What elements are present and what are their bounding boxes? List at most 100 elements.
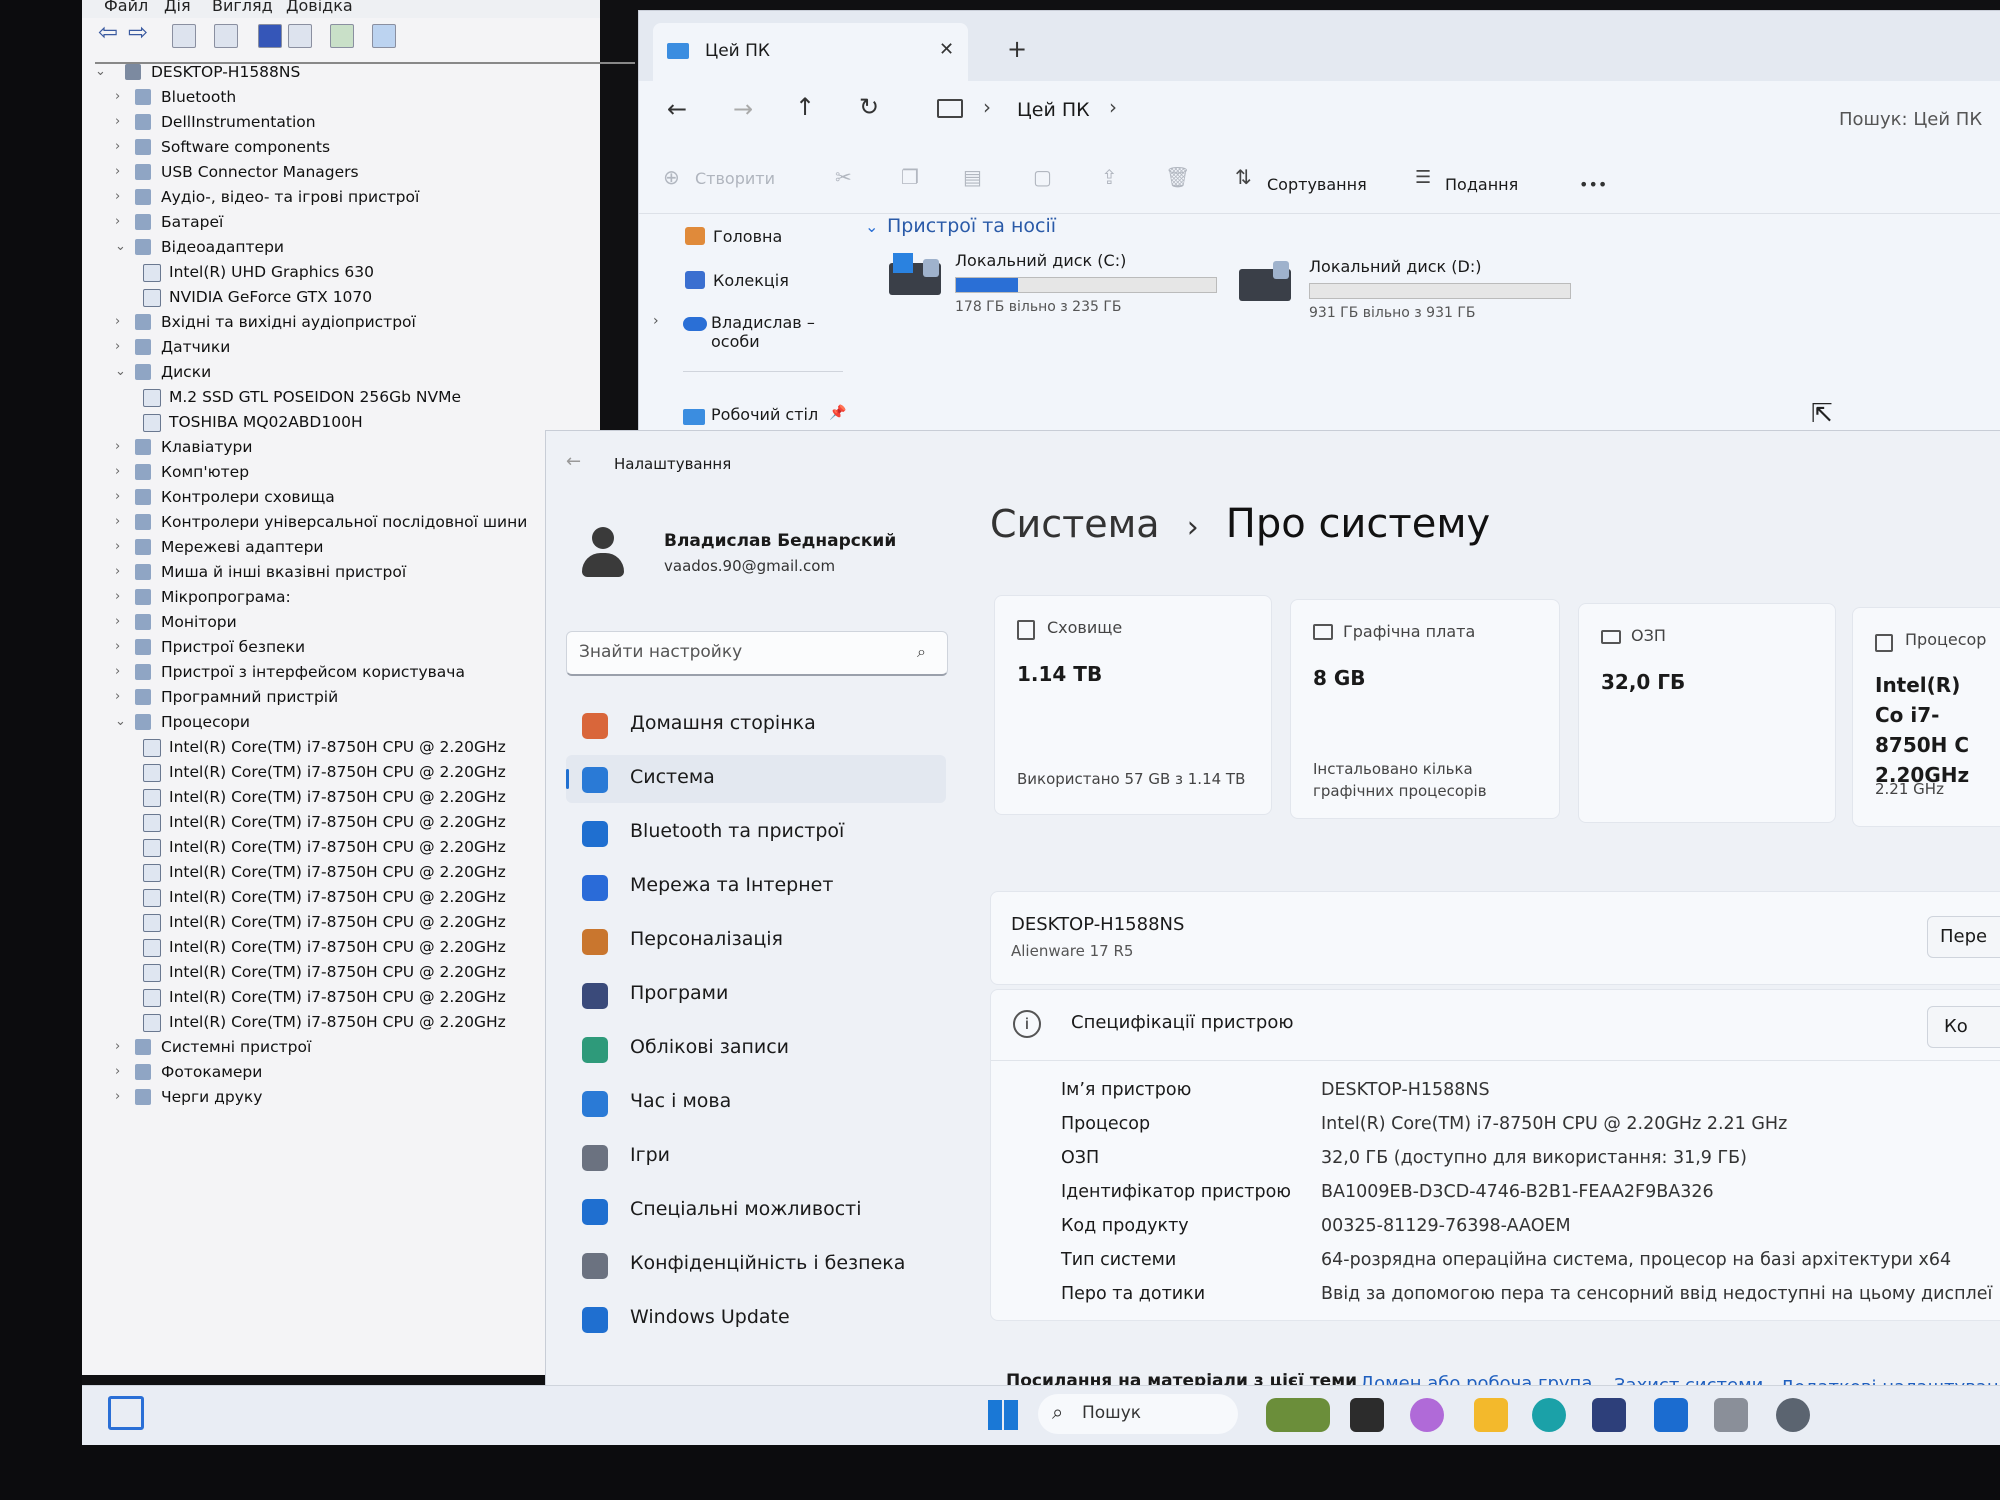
menu-file[interactable]: Файл [104,0,148,15]
nav-item-8[interactable]: Ігри [566,1133,946,1181]
nav-item-7[interactable]: Час і мова [566,1079,946,1127]
collapse-chevron-icon[interactable]: ⌄ [115,360,129,384]
expand-chevron-icon[interactable]: › [115,135,129,159]
store-icon[interactable] [1592,1398,1626,1432]
back-icon[interactable]: ← [667,95,687,123]
processor-card[interactable]: Процесор Intel(R) Co i7-8750H C 2.20GHz … [1852,607,2000,827]
copy-button[interactable]: Ко [1927,1006,2000,1048]
paste-icon[interactable]: ▤ [963,165,982,189]
expand-chevron-icon[interactable]: › [115,585,129,609]
taskbar-search[interactable]: ⌕ Пошук [1038,1394,1238,1434]
expand-chevron-icon[interactable]: › [115,610,129,634]
sort-button[interactable]: Сортування [1267,175,1367,194]
start-windows-icon[interactable] [988,1400,1018,1430]
properties-icon[interactable] [172,24,196,48]
nav-item-2[interactable]: Bluetooth та пристрої [566,809,946,857]
avatar[interactable] [580,527,626,581]
search-highlight-icon[interactable] [1266,1398,1330,1432]
nav-item-0[interactable]: Домашня сторінка [566,701,946,749]
expand-chevron-icon[interactable]: › [115,635,129,659]
breadcrumb-chevron-icon[interactable]: › [1109,95,1117,119]
drive-d[interactable]: Локальний диск (D:) 931 ГБ вільно з 931 … [1239,257,1579,321]
graphics-card[interactable]: Графічна плата 8 GB Інстальовано кілька … [1290,599,1560,819]
settings-gear-icon[interactable] [1776,1398,1810,1432]
nav-item-3[interactable]: Мережа та Інтернет [566,863,946,911]
help-icon[interactable] [258,24,282,48]
nav-item-9[interactable]: Спеціальні можливості [566,1187,946,1235]
scan-hardware-icon[interactable] [330,24,354,48]
forward-arrow-icon[interactable]: ⇨ [128,18,150,46]
copy-icon[interactable]: ❐ [901,165,919,189]
expand-chevron-icon[interactable]: › [115,310,129,334]
expand-chevron-icon[interactable]: › [115,660,129,684]
device-manager-icon[interactable] [1714,1398,1748,1432]
search-box[interactable]: Пошук: Цей ПК [1839,109,1982,130]
nav-onedrive[interactable]: Владислав – особи [711,313,849,351]
details-icon[interactable] [214,24,238,48]
new-tab-button[interactable]: + [1007,35,1027,63]
expand-chevron-icon[interactable]: › [653,313,659,329]
expand-chevron-icon[interactable]: › [115,535,129,559]
monitor-icon[interactable] [372,24,396,48]
file-explorer-icon[interactable] [1474,1398,1508,1432]
back-arrow-icon[interactable]: ⇦ [98,18,120,46]
nav-item-5[interactable]: Програми [566,971,946,1019]
collapse-chevron-icon[interactable]: ⌄ [865,217,878,236]
view-button[interactable]: Подання [1445,175,1518,194]
delete-icon[interactable]: 🗑 [1165,165,1190,189]
settings-search-box[interactable]: Знайти настройку ⌕ [566,631,948,676]
view-icon[interactable] [288,24,312,48]
refresh-icon[interactable]: ↻ [859,93,879,121]
nav-gallery[interactable]: Колекція [713,271,789,290]
nav-item-4[interactable]: Персоналізація [566,917,946,965]
terminal-icon[interactable] [1350,1398,1384,1432]
collapse-chevron-icon[interactable]: ⌄ [115,710,129,734]
breadcrumb-this-pc[interactable]: Цей ПК [1017,99,1090,121]
rename-button[interactable]: Пере [1927,916,2000,958]
rename-icon[interactable]: ▢ [1033,165,1052,189]
nav-item-1[interactable]: Система [566,755,946,803]
up-icon[interactable]: ↑ [795,93,815,121]
expand-chevron-icon[interactable]: › [115,460,129,484]
edge-icon[interactable] [1532,1398,1566,1432]
close-tab-icon[interactable]: ✕ [939,39,954,60]
pin-icon[interactable]: 📌 [829,405,846,421]
expand-chevron-icon[interactable]: › [115,510,129,534]
nav-home[interactable]: Головна [713,227,782,246]
expand-chevron-icon[interactable]: › [115,685,129,709]
drive-c[interactable]: Локальний диск (C:) 178 ГБ вільно з 235 … [889,251,1229,315]
nav-desktop[interactable]: Робочий стіл [711,405,818,424]
menu-view[interactable]: Вигляд [212,0,273,15]
storage-card[interactable]: Сховище 1.14 TB Використано 57 GB з 1.14… [994,595,1272,815]
tab-this-pc[interactable]: Цей ПК ✕ [653,23,968,81]
forward-icon[interactable]: → [733,95,753,123]
expand-chevron-icon[interactable]: › [115,485,129,509]
share-icon[interactable]: ⇪ [1101,165,1118,189]
nav-item-10[interactable]: Конфіденційність і безпека [566,1241,946,1289]
expand-chevron-icon[interactable]: › [115,560,129,584]
expand-chevron-icon[interactable]: › [115,85,129,109]
collapse-chevron-icon[interactable]: ⌄ [115,235,129,259]
expand-chevron-icon[interactable]: › [115,1060,129,1084]
expand-chevron-icon[interactable]: › [115,185,129,209]
more-button[interactable]: ••• [1579,175,1607,194]
create-button[interactable]: Створити [695,169,775,188]
heading-parent[interactable]: Система [990,502,1160,546]
cut-icon[interactable]: ✂ [835,165,852,189]
menu-action[interactable]: Дія [164,0,191,15]
taskbar-search-input[interactable]: Пошук [1082,1403,1141,1423]
nav-item-11[interactable]: Windows Update [566,1295,946,1343]
collapse-chevron-icon[interactable]: ⌄ [95,60,109,84]
expand-chevron-icon[interactable]: › [115,335,129,359]
menu-help[interactable]: Довідка [286,0,353,15]
settings-search-input[interactable]: Знайти настройку [579,642,742,662]
widgets-icon[interactable] [108,1396,144,1430]
expand-chevron-icon[interactable]: › [115,110,129,134]
copilot-icon[interactable] [1410,1398,1444,1432]
outlook-icon[interactable] [1654,1398,1688,1432]
expand-chevron-icon[interactable]: › [115,160,129,184]
expand-chevron-icon[interactable]: › [115,1085,129,1109]
expand-chevron-icon[interactable]: › [115,210,129,234]
ram-card[interactable]: ОЗП 32,0 ГБ [1578,603,1836,823]
expand-chevron-icon[interactable]: › [115,435,129,459]
